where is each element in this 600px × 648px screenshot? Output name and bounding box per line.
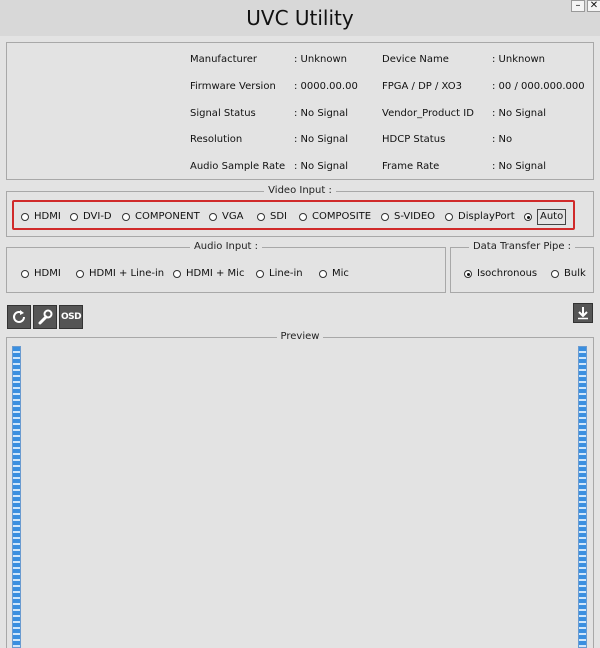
radio-circle: [551, 270, 559, 278]
radio-circle: [319, 270, 327, 278]
video-radio-dvi-d[interactable]: DVI-D: [70, 211, 112, 223]
resolution-label: Resolution: [190, 134, 243, 145]
audio-input-legend: Audio Input :: [189, 241, 263, 252]
video-radio-displayport[interactable]: DisplayPort: [445, 211, 515, 223]
settings-button[interactable]: [33, 305, 57, 329]
radio-circle: [21, 270, 29, 278]
fpga-label: FPGA / DP / XO3: [382, 81, 462, 92]
window-title: UVC Utility: [246, 6, 354, 30]
vendor-product-value: : No Signal: [492, 108, 547, 119]
frame-rate-value: : No Signal: [492, 161, 547, 172]
vendor-product-label: Vendor_Product ID: [382, 108, 474, 119]
audio-radio-hdmi-mic[interactable]: HDMI + Mic: [173, 268, 244, 280]
device-name-value: : Unknown: [492, 54, 545, 65]
firmware-value: : 0000.00.00: [294, 81, 358, 92]
refresh-button[interactable]: [7, 305, 31, 329]
video-radio-auto[interactable]: Auto: [524, 209, 567, 225]
radio-circle: [122, 213, 130, 221]
title-bar: UVC Utility – ✕: [0, 0, 600, 36]
radio-circle: [445, 213, 453, 221]
audio-radio-line-in[interactable]: Line-in: [256, 268, 303, 280]
data-transfer-pipe-legend: Data Transfer Pipe :: [468, 241, 576, 252]
radio-circle: [70, 213, 78, 221]
video-radio-hdmi[interactable]: HDMI: [21, 211, 61, 223]
signal-status-label: Signal Status: [190, 108, 256, 119]
radio-circle: [464, 270, 472, 278]
signal-status-value: : No Signal: [294, 108, 349, 119]
hdcp-label: HDCP Status: [382, 134, 446, 145]
frame-rate-label: Frame Rate: [382, 161, 440, 172]
manufacturer-label: Manufacturer: [190, 54, 257, 65]
radio-circle: [21, 213, 29, 221]
radio-circle: [209, 213, 217, 221]
audio-radio-mic[interactable]: Mic: [319, 268, 349, 280]
download-button[interactable]: [573, 303, 593, 323]
download-icon: [578, 307, 588, 320]
refresh-icon: [13, 310, 25, 323]
fpga-value: : 00 / 000.000.000: [492, 81, 585, 92]
pipe-radio-bulk[interactable]: Bulk: [551, 268, 586, 280]
audio-sample-rate-label: Audio Sample Rate: [190, 161, 286, 172]
video-radio-composite[interactable]: COMPOSITE: [299, 211, 371, 223]
hdcp-value: : No: [492, 134, 513, 145]
osd-button[interactable]: OSD: [59, 305, 83, 329]
audio-radio-hdmi[interactable]: HDMI: [21, 268, 61, 280]
radio-circle: [256, 270, 264, 278]
audio-level-meter-right: [578, 346, 587, 648]
audio-sample-rate-value: : No Signal: [294, 161, 349, 172]
minimize-button[interactable]: –: [571, 0, 585, 12]
video-radio-s-video[interactable]: S-VIDEO: [381, 211, 435, 223]
audio-level-meter-left: [12, 346, 21, 648]
radio-circle: [524, 213, 532, 221]
preview-legend: Preview: [276, 331, 324, 342]
radio-circle: [76, 270, 84, 278]
video-input-legend: Video Input :: [264, 185, 336, 196]
radio-circle: [257, 213, 265, 221]
pipe-radio-isochronous[interactable]: Isochronous: [464, 268, 537, 280]
wrench-icon: [38, 309, 53, 325]
resolution-value: : No Signal: [294, 134, 349, 145]
radio-circle: [173, 270, 181, 278]
video-radio-sdi[interactable]: SDI: [257, 211, 287, 223]
preview-group: Preview: [6, 331, 594, 648]
device-name-label: Device Name: [382, 54, 449, 65]
video-radio-vga[interactable]: VGA: [209, 211, 243, 223]
close-button[interactable]: ✕: [587, 0, 600, 12]
radio-circle: [381, 213, 389, 221]
radio-circle: [299, 213, 307, 221]
video-radio-component[interactable]: COMPONENT: [122, 211, 200, 223]
manufacturer-value: : Unknown: [294, 54, 347, 65]
firmware-label: Firmware Version: [190, 81, 276, 92]
audio-radio-hdmi-line-in[interactable]: HDMI + Line-in: [76, 268, 164, 280]
